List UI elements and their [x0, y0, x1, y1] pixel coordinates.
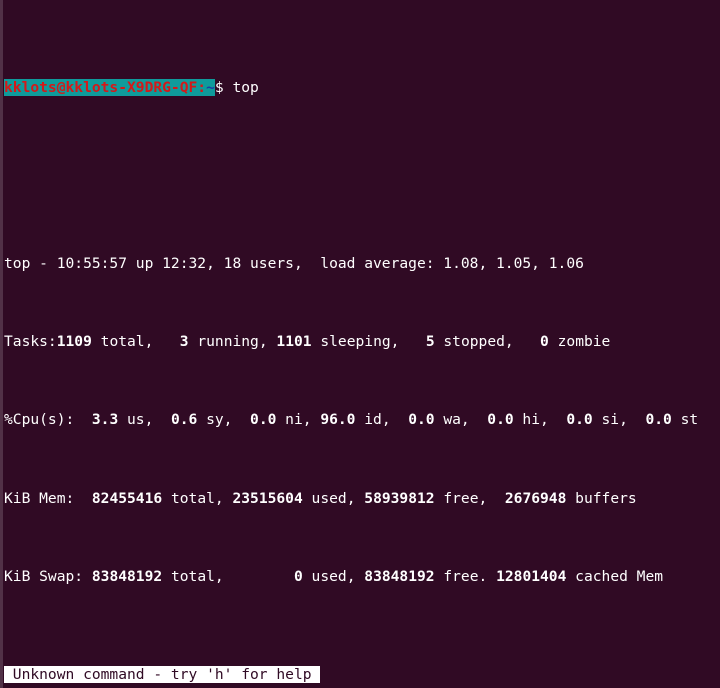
tasks-stopped: 5 — [425, 333, 435, 351]
unknown-command-message: Unknown command - try 'h' for help — [4, 665, 321, 683]
cpu-hi: 0.0 — [487, 411, 514, 429]
swap-used-label: used, — [302, 567, 365, 585]
cpu-sy: 0.6 — [170, 411, 198, 429]
tasks-sleeping: 1101 — [276, 333, 312, 351]
swap-free: 83848192 — [364, 567, 435, 585]
tasks-zombie-label: zombie — [548, 333, 611, 351]
cpu-wa: 0.0 — [408, 411, 435, 429]
cpu-si-label: si, — [592, 411, 646, 429]
cpu-id-label: id, — [355, 411, 409, 429]
cpu-wa-label: wa, — [434, 411, 488, 429]
tasks-total: 1109 — [56, 333, 92, 351]
cpu-us-label: us, — [118, 411, 171, 429]
cpu-st-label: st — [671, 411, 699, 429]
mem-used: 23515604 — [232, 489, 303, 507]
top-cpu-line: %Cpu(s): 3.3 us, 0.6 sy, 0.0 ni, 96.0 id… — [4, 410, 720, 430]
top-message-line: Unknown command - try 'h' for help — [4, 665, 720, 685]
top-uptime-text: top - 10:55:57 up 12:32, 18 users, load … — [4, 255, 584, 273]
mem-free: 58939812 — [364, 489, 435, 507]
top-mem-line: KiB Mem: 82455416 total, 23515604 used, … — [4, 489, 720, 509]
cpu-ni: 0.0 — [250, 411, 277, 429]
command-top: top — [223, 79, 259, 97]
cpu-ni-label: ni, — [276, 411, 321, 429]
prompt-tilde: ~ — [206, 79, 215, 97]
tasks-running-label: running, — [188, 333, 277, 351]
swap-used: 0 — [293, 567, 303, 585]
tasks-total-label: total, — [91, 333, 180, 351]
prompt-dollar: $ — [214, 79, 224, 97]
terminal-screen: kklots@kklots-X9DRG-QF:~$ top top - 10:5… — [4, 0, 720, 688]
cpu-st: 0.0 — [645, 411, 672, 429]
swap-cached-label: cached Mem — [566, 567, 664, 585]
cpu-hi-label: hi, — [513, 411, 567, 429]
cpu-sy-label: sy, — [197, 411, 251, 429]
mem-free-label: free, — [434, 489, 505, 507]
mem-total-label: total, — [162, 489, 233, 507]
cpu-label: %Cpu(s): — [4, 411, 92, 429]
swap-label: KiB Swap: — [4, 567, 92, 585]
tasks-sleeping-label: sleeping, — [311, 333, 426, 351]
top-tasks-line: Tasks:1109 total, 3 running, 1101 sleepi… — [4, 332, 720, 352]
tasks-stopped-label: stopped, — [434, 333, 541, 351]
prompt-userhost: kklots@kklots-X9DRG-QF: — [4, 79, 207, 97]
cpu-id: 96.0 — [320, 411, 356, 429]
mem-label: KiB Mem: — [4, 489, 92, 507]
swap-cached: 12801404 — [496, 567, 567, 585]
swap-total: 83848192 — [91, 567, 163, 585]
tasks-running: 3 — [179, 333, 189, 351]
swap-free-label: free. — [434, 567, 497, 585]
mem-used-label: used, — [302, 489, 365, 507]
mem-buffers: 2676948 — [504, 489, 567, 507]
terminal-window[interactable]: kklots@kklots-X9DRG-QF:~$ top top - 10:5… — [0, 0, 720, 688]
cpu-us: 3.3 — [91, 411, 119, 429]
top-uptime-line: top - 10:55:57 up 12:32, 18 users, load … — [4, 254, 720, 274]
terminal-scrollbar[interactable] — [0, 0, 3, 688]
mem-buffers-label: buffers — [566, 489, 637, 507]
swap-total-label: total, — [162, 567, 294, 585]
mem-total: 82455416 — [91, 489, 163, 507]
top-swap-line: KiB Swap: 83848192 total, 0 used, 838481… — [4, 567, 720, 587]
shell-prompt-line-1: kklots@kklots-X9DRG-QF:~$ top — [4, 78, 720, 98]
tasks-label: Tasks: — [4, 333, 57, 351]
tasks-zombie: 0 — [540, 333, 549, 351]
cpu-si: 0.0 — [566, 411, 593, 429]
